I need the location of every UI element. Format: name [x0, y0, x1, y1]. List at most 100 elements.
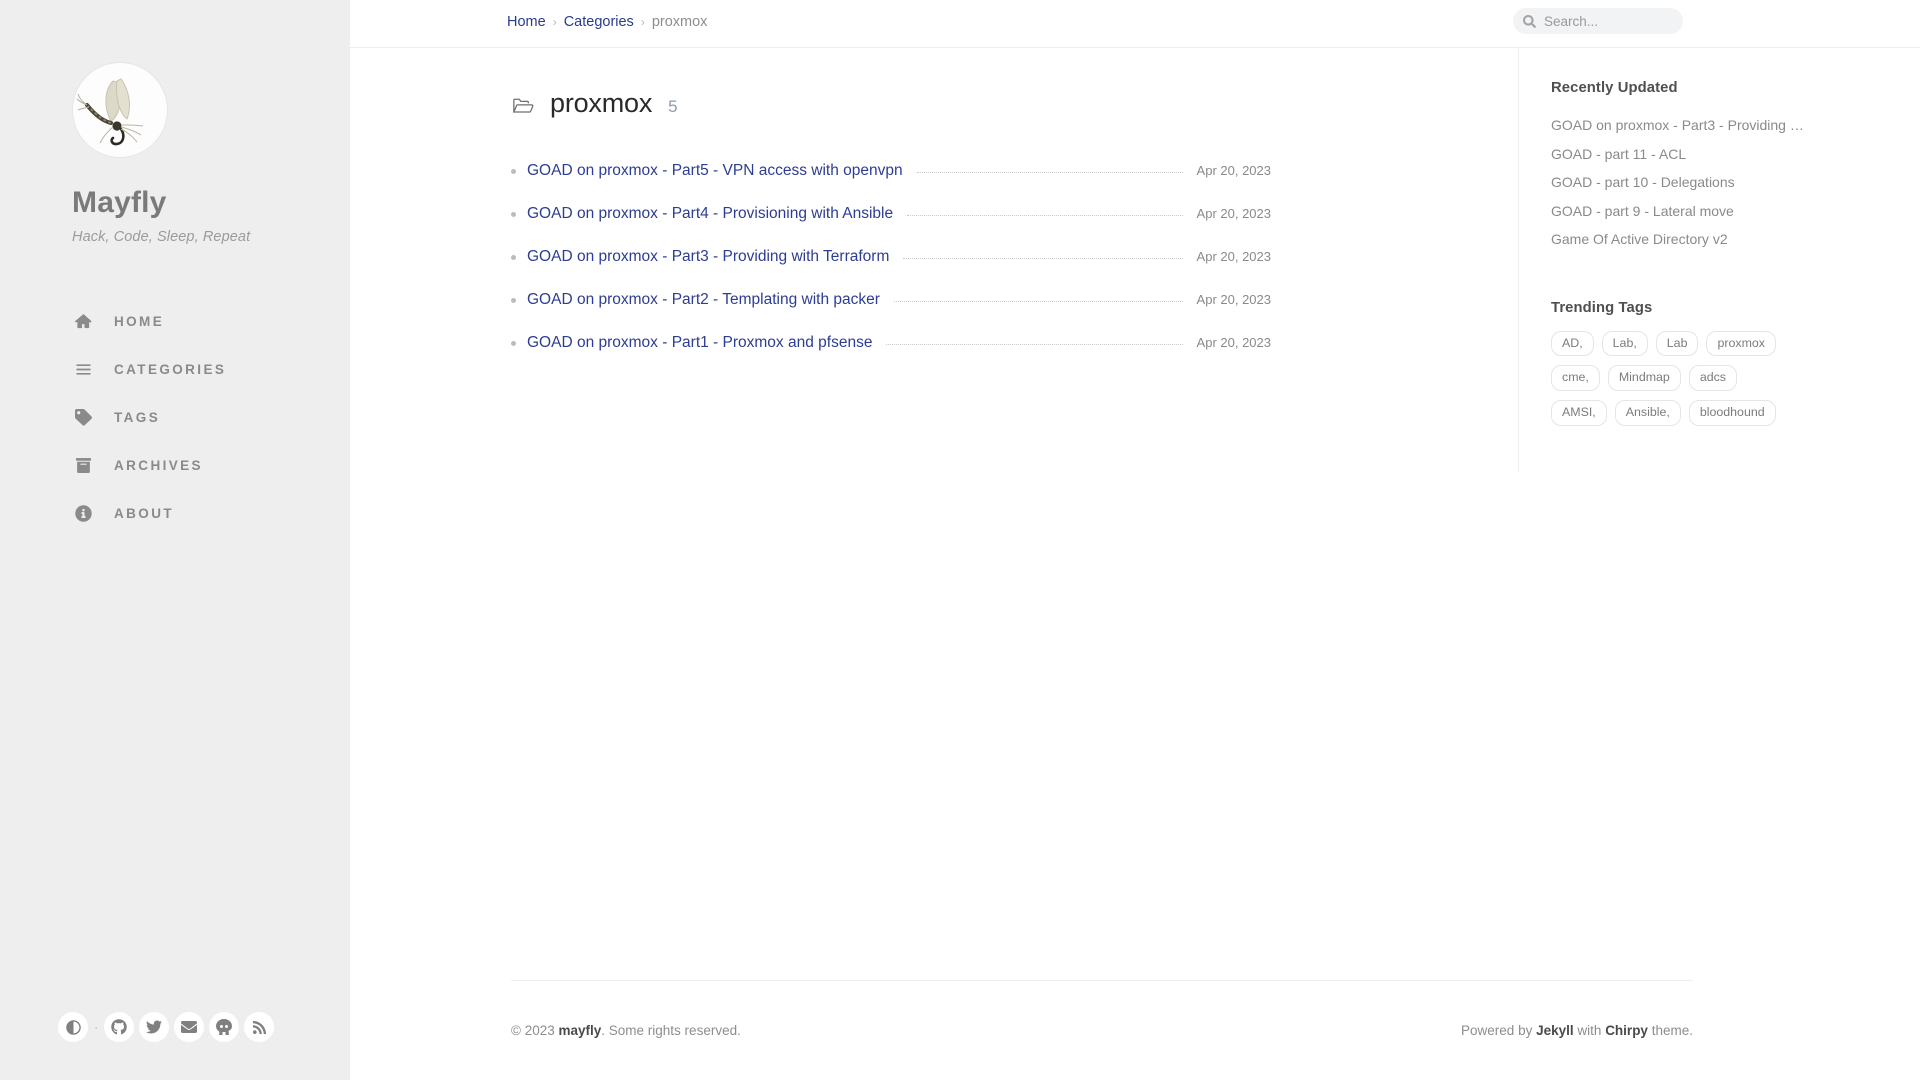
list-item: GOAD - part 9 - Lateral move	[1551, 197, 1838, 226]
list-item: GOAD on proxmox - Part1 - Proxmox and pf…	[511, 321, 1271, 364]
search-input[interactable]	[1544, 13, 1672, 29]
skull-icon[interactable]	[209, 1012, 240, 1042]
breadcrumb-current: proxmox	[651, 14, 708, 30]
site-title: Mayfly	[72, 186, 167, 219]
sidebar-item-about[interactable]: ABOUT	[0, 489, 350, 537]
mayfly-avatar-icon	[76, 78, 144, 146]
footer-author-link[interactable]: mayfly	[559, 1023, 602, 1038]
breadcrumb-categories[interactable]: Categories	[564, 14, 634, 30]
bullet-icon	[511, 255, 516, 260]
rss-icon[interactable]	[244, 1012, 275, 1042]
avatar[interactable]	[72, 62, 168, 158]
post-link[interactable]: GOAD on proxmox - Part2 - Templating wit…	[527, 291, 880, 309]
home-icon	[72, 313, 94, 330]
sidebar-item-label: ABOUT	[114, 505, 174, 521]
archive-icon	[72, 457, 94, 474]
panel-title: Recently Updated	[1551, 80, 1678, 96]
github-icon[interactable]	[104, 1012, 135, 1042]
recently-updated-panel: Recently Updated GOAD on proxmox - Part3…	[1551, 80, 1838, 254]
list-item: GOAD on proxmox - Part3 - Providing with…	[511, 235, 1271, 278]
category-content: proxmox 5 GOAD on proxmox - Part5 - VPN …	[350, 48, 1510, 472]
footer-powered-prefix: Powered by	[1461, 1023, 1533, 1038]
footer-powered-by: Powered by Jekyll with Chirpy theme.	[1461, 1023, 1693, 1038]
tag-chip[interactable]: bloodhound	[1688, 399, 1776, 426]
search-icon	[1523, 14, 1536, 28]
twitter-icon[interactable]	[139, 1012, 170, 1042]
footer-copyright: © 2023 mayfly. Some rights reserved.	[511, 1023, 741, 1038]
sidebar-item-label: TAGS	[114, 409, 161, 425]
post-link[interactable]: GOAD on proxmox - Part3 - Providing with…	[527, 248, 889, 266]
post-date: Apr 20, 2023	[1196, 163, 1271, 178]
email-icon[interactable]	[174, 1012, 205, 1042]
tag-chip[interactable]: cme,	[1551, 365, 1600, 391]
bullet-icon	[511, 298, 516, 303]
tag-chip[interactable]: Mindmap	[1607, 365, 1681, 391]
tag-chip[interactable]: Ansible,	[1614, 399, 1681, 426]
footer-with-text: with	[1577, 1023, 1602, 1038]
recently-updated-link[interactable]: GOAD - part 11 - ACL	[1551, 140, 1809, 169]
recently-updated-link[interactable]: GOAD - part 10 - Delegations	[1551, 168, 1809, 197]
topbar: Home › Categories › proxmox	[350, 0, 1920, 48]
trending-tags-panel: Trending Tags AD, Lab, Lab proxmox cme, …	[1551, 300, 1838, 426]
search-box[interactable]	[1513, 8, 1683, 34]
post-link[interactable]: GOAD on proxmox - Part5 - VPN access wit…	[527, 162, 903, 180]
site-subtitle: Hack, Code, Sleep, Repeat	[72, 229, 251, 245]
list-item: GOAD on proxmox - Part5 - VPN access wit…	[511, 149, 1271, 192]
recently-updated-link[interactable]: Game Of Active Directory v2	[1551, 225, 1809, 254]
main-area: Home › Categories › proxmox proxmo	[350, 0, 1920, 1080]
tag-chip[interactable]: Lab	[1655, 330, 1699, 357]
sidebar-item-categories[interactable]: CATEGORIES	[0, 345, 350, 393]
footer-jekyll-link[interactable]: Jekyll	[1536, 1023, 1574, 1038]
list-item: GOAD - part 11 - ACL	[1551, 140, 1838, 169]
leader-line	[916, 172, 1183, 173]
breadcrumb-home[interactable]: Home	[507, 14, 546, 30]
tag-chip[interactable]: AMSI,	[1551, 399, 1607, 426]
tag-chip[interactable]: proxmox	[1706, 330, 1776, 357]
recently-updated-link[interactable]: GOAD on proxmox - Part3 - Providing wit…	[1551, 111, 1809, 140]
category-name: proxmox	[550, 88, 653, 118]
tag-chip[interactable]: adcs	[1688, 365, 1738, 391]
list-item: GOAD - part 10 - Delegations	[1551, 168, 1838, 197]
sidebar-item-tags[interactable]: TAGS	[0, 393, 350, 441]
post-date: Apr 20, 2023	[1196, 206, 1271, 221]
post-date: Apr 20, 2023	[1196, 249, 1271, 264]
sidebar-profile: Mayfly Hack, Code, Sleep, Repeat	[0, 0, 350, 245]
list-item: Game Of Active Directory v2	[1551, 225, 1838, 254]
folder-open-icon	[511, 96, 534, 120]
footer-copyright-prefix: © 2023	[511, 1023, 555, 1038]
breadcrumb-separator-icon: ›	[552, 15, 557, 29]
sidebar: Mayfly Hack, Code, Sleep, Repeat HOME CA…	[0, 0, 350, 1080]
sidebar-item-home[interactable]: HOME	[0, 297, 350, 345]
bullet-icon	[511, 212, 516, 217]
tag-cloud: AD, Lab, Lab proxmox cme, Mindmap adcs A…	[1551, 330, 1799, 426]
sidebar-item-archives[interactable]: ARCHIVES	[0, 441, 350, 489]
post-link[interactable]: GOAD on proxmox - Part4 - Provisioning w…	[527, 205, 893, 223]
bullet-icon	[511, 169, 516, 174]
sidebar-footer-icons: ·	[0, 1012, 350, 1042]
sidebar-item-label: ARCHIVES	[114, 457, 203, 473]
footer: © 2023 mayfly. Some rights reserved. Pow…	[511, 980, 1693, 1080]
page-title: proxmox 5	[511, 88, 1510, 119]
tag-chip[interactable]: Lab,	[1601, 330, 1648, 357]
mode-toggle-icon[interactable]	[58, 1012, 88, 1042]
content-wrapper: proxmox 5 GOAD on proxmox - Part5 - VPN …	[350, 48, 1920, 472]
breadcrumb-separator-icon: ›	[640, 15, 645, 29]
footer-chirpy-link[interactable]: Chirpy	[1605, 1023, 1648, 1038]
leader-line	[907, 215, 1183, 216]
sidebar-item-label: CATEGORIES	[114, 361, 227, 377]
post-link[interactable]: GOAD on proxmox - Part1 - Proxmox and pf…	[527, 334, 872, 352]
stream-icon	[72, 362, 94, 377]
footer-theme-suffix: theme.	[1651, 1023, 1693, 1038]
footer-rights-text: . Some rights reserved.	[601, 1023, 741, 1038]
info-circle-icon	[72, 504, 94, 522]
tag-chip[interactable]: AD,	[1551, 330, 1594, 357]
recently-updated-link[interactable]: GOAD - part 9 - Lateral move	[1551, 197, 1809, 226]
list-item: GOAD on proxmox - Part2 - Templating wit…	[511, 278, 1271, 321]
post-date: Apr 20, 2023	[1196, 335, 1271, 350]
category-count: 5	[668, 97, 678, 116]
icon-separator: ·	[94, 1019, 99, 1035]
page-root: Mayfly Hack, Code, Sleep, Repeat HOME CA…	[0, 0, 1920, 1080]
right-panel: Recently Updated GOAD on proxmox - Part3…	[1518, 48, 1838, 472]
bullet-icon	[511, 341, 516, 346]
tag-icon	[72, 408, 94, 426]
